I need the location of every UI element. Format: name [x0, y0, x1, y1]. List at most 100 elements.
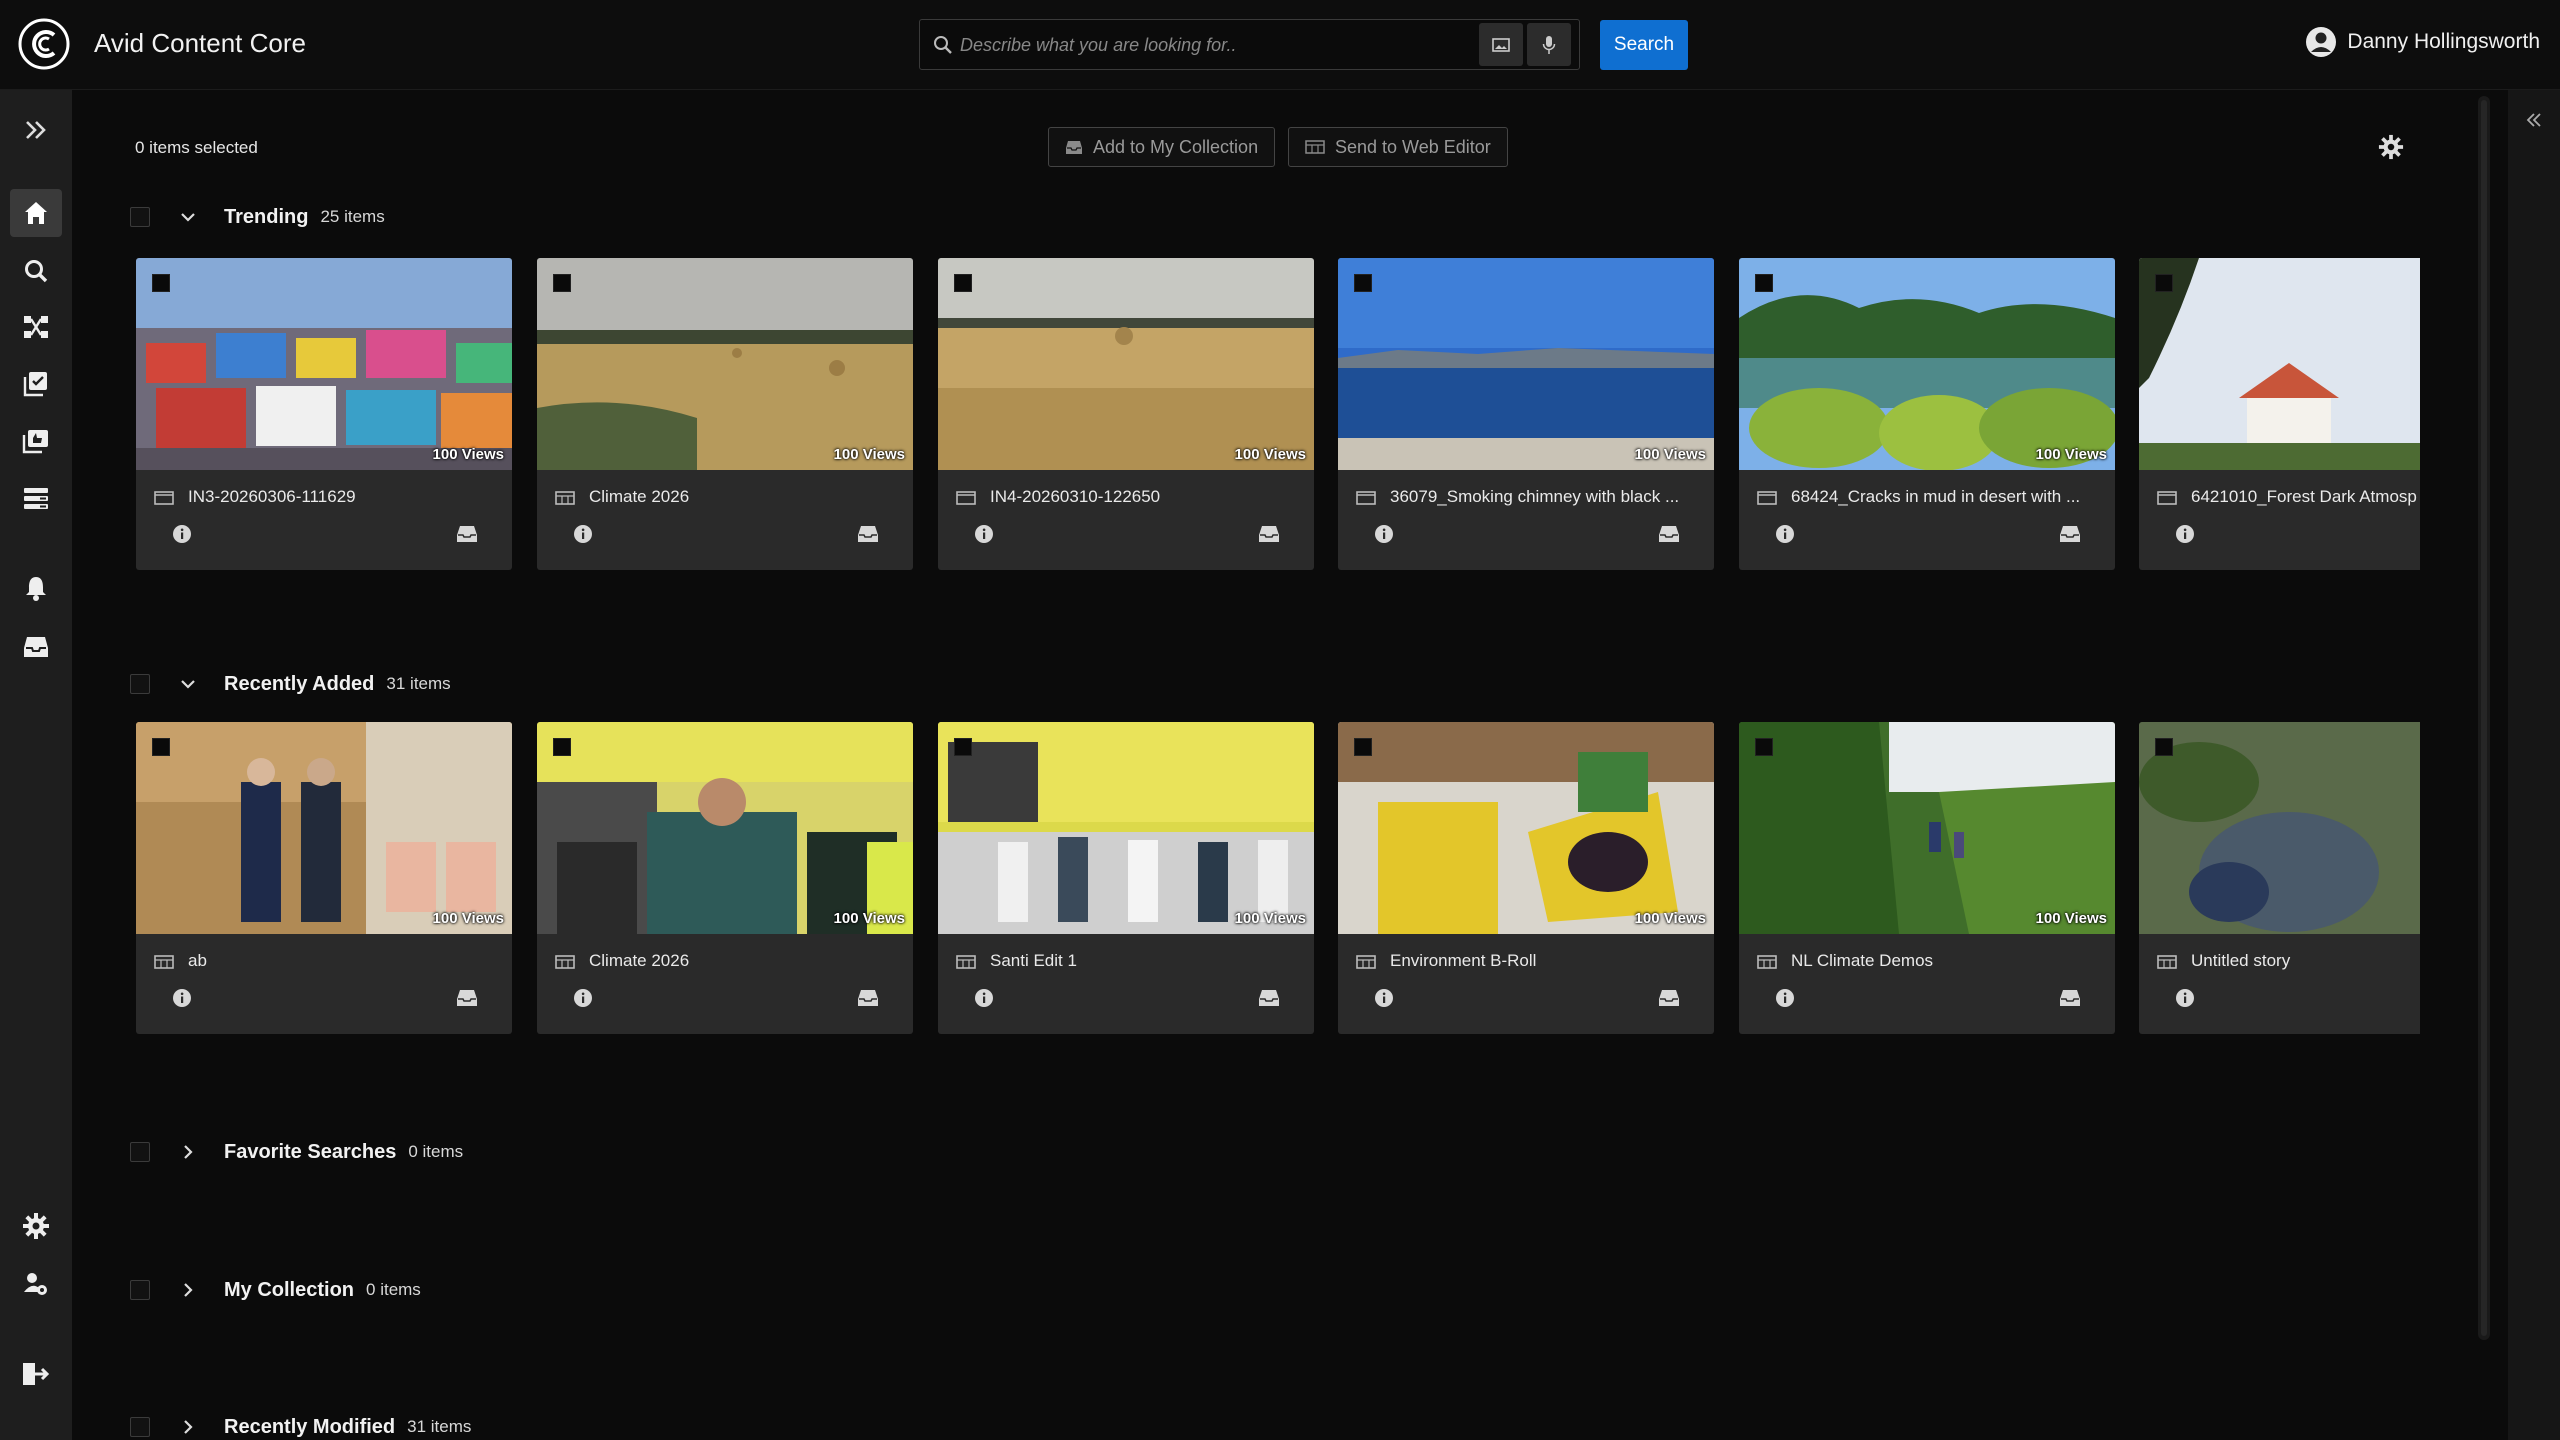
expand-nav-button[interactable]: [10, 106, 62, 154]
nav-home[interactable]: [10, 189, 62, 237]
collapse-panel-icon[interactable]: [2525, 112, 2543, 128]
info-icon[interactable]: [172, 524, 192, 544]
asset-title[interactable]: 6421010_Forest Dark Atmosp: [2191, 487, 2420, 507]
user-menu[interactable]: Danny Hollingsworth: [2305, 26, 2540, 58]
info-icon[interactable]: [2175, 524, 2195, 544]
add-to-collection-icon[interactable]: [857, 988, 879, 1008]
nav-logout[interactable]: [10, 1350, 62, 1398]
asset-thumbnail[interactable]: [938, 722, 1314, 934]
asset-thumbnail[interactable]: [1739, 722, 2115, 934]
send-to-web-editor-button[interactable]: Send to Web Editor: [1288, 127, 1508, 167]
asset-thumbnail[interactable]: [1739, 258, 2115, 470]
section-select-checkbox[interactable]: [130, 207, 150, 227]
asset-card[interactable]: 100 Views Climate 2026: [537, 722, 913, 1034]
add-to-collection-icon[interactable]: [1658, 988, 1680, 1008]
asset-title[interactable]: Climate 2026: [589, 487, 899, 507]
app-logo-icon[interactable]: [18, 18, 70, 70]
add-to-collection-icon[interactable]: [857, 524, 879, 544]
nav-list[interactable]: [10, 474, 62, 522]
info-icon[interactable]: [974, 524, 994, 544]
add-to-collection-icon[interactable]: [1258, 988, 1280, 1008]
asset-card[interactable]: 100 Views Climate 2026: [537, 258, 913, 570]
section-toggle[interactable]: [178, 207, 198, 227]
asset-thumbnail[interactable]: [938, 258, 1314, 470]
section-select-checkbox[interactable]: [130, 1417, 150, 1437]
asset-title[interactable]: 36079_Smoking chimney with black ...: [1390, 487, 1700, 507]
asset-title[interactable]: IN4-20260310-122650: [990, 487, 1300, 507]
asset-title[interactable]: Climate 2026: [589, 951, 899, 971]
nav-reviews[interactable]: [10, 417, 62, 465]
asset-title[interactable]: Santi Edit 1: [990, 951, 1300, 971]
nav-search[interactable]: [10, 247, 62, 295]
info-icon[interactable]: [2175, 988, 2195, 1008]
asset-thumbnail[interactable]: [537, 258, 913, 470]
voice-search-button[interactable]: [1527, 23, 1571, 66]
asset-select-checkbox[interactable]: [553, 274, 571, 292]
asset-select-checkbox[interactable]: [152, 738, 170, 756]
info-icon[interactable]: [1775, 988, 1795, 1008]
asset-select-checkbox[interactable]: [954, 274, 972, 292]
asset-thumbnail[interactable]: [2139, 722, 2420, 934]
section-toggle[interactable]: [178, 674, 198, 694]
asset-card[interactable]: 100 Views ab: [136, 722, 512, 1034]
section-select-checkbox[interactable]: [130, 1280, 150, 1300]
add-to-collection-icon[interactable]: [2059, 988, 2081, 1008]
nav-user-settings[interactable]: [10, 1260, 62, 1308]
asset-title[interactable]: 68424_Cracks in mud in desert with ...: [1791, 487, 2101, 507]
image-search-button[interactable]: [1479, 23, 1523, 66]
asset-card[interactable]: 100 Views IN4-20260310-122650: [938, 258, 1314, 570]
asset-select-checkbox[interactable]: [553, 738, 571, 756]
asset-select-checkbox[interactable]: [1354, 738, 1372, 756]
section-toggle[interactable]: [178, 1417, 198, 1437]
asset-thumbnail[interactable]: [136, 258, 512, 470]
add-to-collection-icon[interactable]: [456, 988, 478, 1008]
asset-title[interactable]: Environment B-Roll: [1390, 951, 1700, 971]
asset-title[interactable]: Untitled story: [2191, 951, 2420, 971]
settings-gear-icon[interactable]: [2378, 134, 2404, 160]
info-icon[interactable]: [573, 988, 593, 1008]
asset-card[interactable]: 100 Views 68424_Cracks in mud in desert …: [1739, 258, 2115, 570]
info-icon[interactable]: [974, 988, 994, 1008]
add-to-collection-icon[interactable]: [1258, 524, 1280, 544]
info-icon[interactable]: [1374, 988, 1394, 1008]
asset-thumbnail[interactable]: [2139, 258, 2420, 470]
asset-card[interactable]: 100 Views NL Climate Demos: [1739, 722, 2115, 1034]
info-icon[interactable]: [1775, 524, 1795, 544]
asset-card[interactable]: 100 Views IN3-20260306-111629: [136, 258, 512, 570]
info-icon[interactable]: [573, 524, 593, 544]
section-select-checkbox[interactable]: [130, 1142, 150, 1162]
scrollbar-thumb[interactable]: [2481, 100, 2487, 1336]
asset-title[interactable]: NL Climate Demos: [1791, 951, 2101, 971]
nav-inbox[interactable]: [10, 623, 62, 671]
add-to-collection-button[interactable]: Add to My Collection: [1048, 127, 1276, 167]
asset-select-checkbox[interactable]: [954, 738, 972, 756]
asset-select-checkbox[interactable]: [1755, 274, 1773, 292]
asset-select-checkbox[interactable]: [1755, 738, 1773, 756]
nav-notifications[interactable]: [10, 564, 62, 612]
asset-thumbnail[interactable]: [1338, 258, 1714, 470]
search-button[interactable]: Search: [1600, 20, 1688, 70]
info-icon[interactable]: [172, 988, 192, 1008]
nav-workflow[interactable]: [10, 303, 62, 351]
section-select-checkbox[interactable]: [130, 674, 150, 694]
section-toggle[interactable]: [178, 1142, 198, 1162]
section-toggle[interactable]: [178, 1280, 198, 1300]
asset-card[interactable]: 100 Views Santi Edit 1: [938, 722, 1314, 1034]
asset-card[interactable]: 100 Views Environment B-Roll: [1338, 722, 1714, 1034]
nav-settings[interactable]: [10, 1202, 62, 1250]
asset-thumbnail[interactable]: [1338, 722, 1714, 934]
search-input[interactable]: [960, 28, 1500, 62]
add-to-collection-icon[interactable]: [2059, 524, 2081, 544]
asset-title[interactable]: IN3-20260306-111629: [188, 487, 498, 507]
asset-select-checkbox[interactable]: [152, 274, 170, 292]
add-to-collection-icon[interactable]: [1658, 524, 1680, 544]
add-to-collection-icon[interactable]: [456, 524, 478, 544]
info-icon[interactable]: [1374, 524, 1394, 544]
asset-thumbnail[interactable]: [537, 722, 913, 934]
asset-select-checkbox[interactable]: [2155, 274, 2173, 292]
asset-thumbnail[interactable]: [136, 722, 512, 934]
asset-card[interactable]: 6421010_Forest Dark Atmosp: [2139, 258, 2420, 570]
asset-title[interactable]: ab: [188, 951, 498, 971]
asset-card[interactable]: 100 Views 36079_Smoking chimney with bla…: [1338, 258, 1714, 570]
asset-select-checkbox[interactable]: [2155, 738, 2173, 756]
